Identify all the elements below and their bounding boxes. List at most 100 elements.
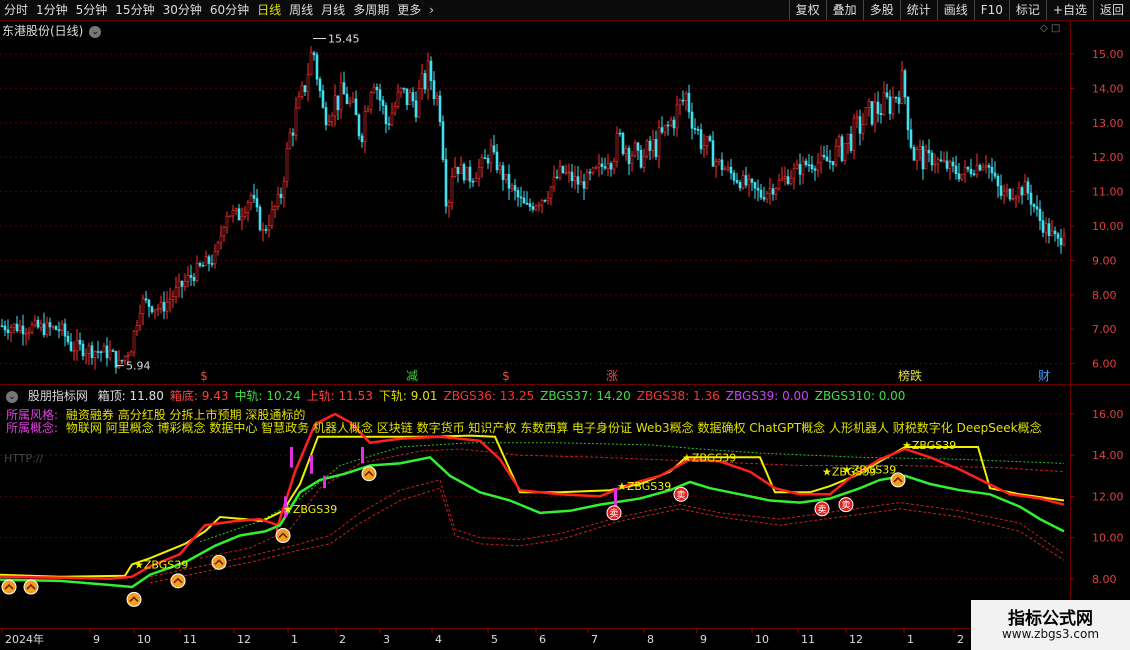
chevron-down-icon[interactable]: ⌄ bbox=[6, 390, 18, 403]
candle-body bbox=[411, 92, 415, 102]
candle-body bbox=[288, 132, 292, 149]
candle-body bbox=[282, 180, 286, 198]
candle-body bbox=[591, 167, 595, 173]
candle-body bbox=[21, 325, 25, 335]
chart-options-icons[interactable]: ◇ □ bbox=[1040, 23, 1060, 34]
candle-body bbox=[339, 82, 343, 111]
high-label: 15.45 bbox=[328, 33, 360, 46]
diamond-icon[interactable]: ◇ bbox=[1040, 23, 1048, 34]
candle-body bbox=[120, 359, 124, 362]
toolbar-button[interactable]: F10 bbox=[973, 0, 1009, 20]
candlestick-series bbox=[0, 46, 1066, 374]
candle-body bbox=[39, 323, 43, 328]
period-tab[interactable]: 15分钟 bbox=[111, 0, 158, 20]
candle-body bbox=[738, 181, 742, 189]
candle-body bbox=[639, 149, 643, 168]
candle-body bbox=[522, 197, 526, 204]
period-tab[interactable]: 更多 bbox=[393, 0, 425, 20]
candle-body bbox=[735, 179, 739, 183]
candle-body bbox=[723, 168, 727, 171]
period-tab[interactable]: 5分钟 bbox=[72, 0, 112, 20]
candle-body bbox=[888, 96, 892, 114]
toolbar-button[interactable]: 画线 bbox=[936, 0, 974, 20]
chevron-down-icon[interactable]: ⌄ bbox=[89, 25, 102, 38]
indicator-value: ZBGS310: 0.00 bbox=[814, 389, 906, 403]
candle-body bbox=[357, 114, 361, 137]
chevron-right-icon[interactable]: › bbox=[425, 0, 438, 20]
candle-body bbox=[942, 160, 946, 163]
candle-body bbox=[774, 188, 778, 195]
period-tab[interactable]: 分时 bbox=[0, 0, 32, 20]
candle-body bbox=[1047, 223, 1051, 236]
square-icon[interactable]: □ bbox=[1051, 23, 1060, 34]
period-tab[interactable]: 1分钟 bbox=[32, 0, 72, 20]
candle-body bbox=[207, 256, 211, 264]
candle-body bbox=[981, 166, 985, 171]
candle-body bbox=[69, 341, 73, 351]
candle-body bbox=[54, 326, 58, 330]
candle-body bbox=[651, 139, 655, 151]
period-tab[interactable]: 日线 bbox=[253, 0, 285, 20]
candle-body bbox=[465, 166, 469, 181]
candle-body bbox=[906, 96, 910, 131]
candle-body bbox=[273, 206, 277, 210]
candle-body bbox=[36, 319, 40, 328]
x-tick-label: 9 bbox=[93, 633, 100, 646]
sell-signal-glyph: 卖 bbox=[676, 490, 685, 501]
candle-body bbox=[636, 142, 640, 151]
toolbar-button[interactable]: 复权 bbox=[788, 0, 826, 20]
candle-body bbox=[96, 351, 100, 353]
candle-body bbox=[687, 92, 691, 113]
candle-body bbox=[381, 99, 385, 106]
candle-body bbox=[543, 199, 547, 202]
chart-title-text: 东港股份(日线) bbox=[2, 24, 84, 38]
concept-row: 所属概念: 物联网 阿里概念 博彩概念 数据中心 智慧政务 机器人概念 区块链 … bbox=[6, 419, 1042, 436]
candle-body bbox=[531, 206, 535, 210]
event-marker: 减 bbox=[406, 369, 418, 383]
candle-body bbox=[414, 100, 418, 118]
toolbar-button[interactable]: 返回 bbox=[1092, 0, 1130, 20]
x-tick-label: 12 bbox=[849, 633, 863, 646]
period-tab[interactable]: 月线 bbox=[317, 0, 349, 20]
candle-body bbox=[66, 335, 70, 343]
sell-signal-glyph: 卖 bbox=[841, 500, 850, 511]
period-tab[interactable]: 多周期 bbox=[349, 0, 393, 20]
period-tab[interactable]: 60分钟 bbox=[206, 0, 253, 20]
candle-body bbox=[27, 331, 31, 334]
buy-signal-icon bbox=[1, 579, 17, 595]
candle-body bbox=[18, 325, 22, 332]
x-tick-label: 1 bbox=[907, 633, 914, 646]
toolbar-button[interactable]: 统计 bbox=[899, 0, 937, 20]
candle-body bbox=[363, 111, 367, 142]
candle-body bbox=[525, 202, 529, 205]
indicator-name[interactable]: 股朋指标网 bbox=[28, 389, 88, 403]
toolbar-button[interactable]: +自选 bbox=[1045, 0, 1093, 20]
toolbar-button[interactable]: 标记 bbox=[1008, 0, 1046, 20]
candle-body bbox=[756, 187, 760, 191]
candle-body bbox=[423, 73, 427, 90]
toolbar-button[interactable]: 多股 bbox=[862, 0, 900, 20]
candle-body bbox=[483, 157, 487, 159]
sell-signal-glyph: 卖 bbox=[609, 508, 618, 519]
candle-body bbox=[177, 280, 181, 288]
x-tick-label: 12 bbox=[237, 633, 251, 646]
candle-body bbox=[657, 127, 661, 157]
candle-body bbox=[747, 178, 751, 186]
period-tab[interactable]: 周线 bbox=[285, 0, 317, 20]
chart-canvas[interactable]: 15.00 14.00 13.00 12.00 11.00 10.00 9.00 8.00 7.… bbox=[0, 0, 1130, 650]
candle-body bbox=[270, 209, 274, 226]
http-text: HTTP:// bbox=[4, 452, 44, 465]
chart-title[interactable]: 东港股份(日线) ⌄ bbox=[2, 22, 102, 39]
toolbar-button[interactable]: 叠加 bbox=[825, 0, 863, 20]
candle-body bbox=[354, 98, 358, 116]
candle-body bbox=[603, 166, 607, 169]
candle-body bbox=[855, 116, 859, 119]
candle-body bbox=[588, 171, 592, 174]
candle-body bbox=[432, 80, 436, 99]
candle-body bbox=[351, 98, 355, 102]
candle-body bbox=[192, 277, 196, 281]
candle-body bbox=[699, 129, 703, 150]
period-tab[interactable]: 30分钟 bbox=[159, 0, 206, 20]
candle-body bbox=[57, 329, 61, 331]
candle-body bbox=[1059, 237, 1063, 246]
